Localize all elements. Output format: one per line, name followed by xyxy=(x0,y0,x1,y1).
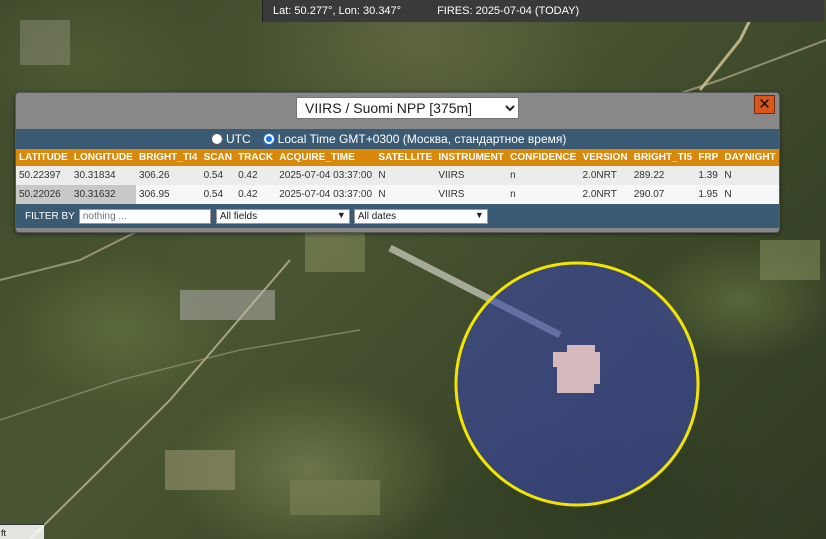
table-cell: 0.54 xyxy=(200,185,236,204)
scale-label: ft xyxy=(1,528,7,538)
table-row[interactable]: 50.22026 30.31632 306.95 0.54 0.42 2025-07-04… xyxy=(16,185,779,204)
column-header[interactable]: INSTRUMENT xyxy=(435,149,508,166)
filter-label: FILTER BY xyxy=(25,210,75,222)
satellite-map[interactable] xyxy=(0,0,826,539)
field-patch xyxy=(305,232,365,272)
status-bar: Lat: 50.277°, Lon: 30.347° FIRES: 2025-0… xyxy=(262,0,824,22)
fire-data-table: LATITUDE LONGITUDE BRIGHT_TI4 SCAN TRACK ACQU… xyxy=(16,149,779,204)
column-header[interactable]: LONGITUDE xyxy=(70,149,137,166)
table-cell: 50.22397 xyxy=(16,166,71,185)
timezone-selector: UTC Local Time GMT+0300 (Москва, стандар… xyxy=(16,129,779,149)
column-header[interactable]: DAYNIGHT xyxy=(721,149,779,166)
column-header[interactable]: ACQUIRE_TIME xyxy=(276,149,376,166)
column-header[interactable]: SATELLITE xyxy=(375,149,436,166)
cursor-coordinates: Lat: 50.277°, Lon: 30.347° xyxy=(273,5,402,17)
table-cell: 30.31632 xyxy=(70,185,137,204)
table-cell: 1.39 xyxy=(695,166,722,185)
column-header[interactable]: BRIGHT_TI5 xyxy=(630,149,696,166)
map-scale: ft xyxy=(0,524,44,539)
utc-radio[interactable] xyxy=(211,133,223,145)
utc-label: UTC xyxy=(226,132,251,146)
table-cell: 30.31834 xyxy=(70,166,137,185)
table-cell: 0.42 xyxy=(235,185,277,204)
table-cell: N xyxy=(721,166,779,185)
table-cell: n xyxy=(507,166,580,185)
table-cell: 2025-07-04 03:37:00 xyxy=(276,185,376,204)
table-cell: 2.0NRT xyxy=(579,185,631,204)
fire-data-panel: VIIRS / Suomi NPP [375m] ✕ UTC Local Tim… xyxy=(15,92,780,233)
dates-dropdown-value: All dates xyxy=(357,210,397,222)
column-header[interactable]: CONFIDENCE xyxy=(507,149,580,166)
table-cell: 290.07 xyxy=(630,185,696,204)
fields-dropdown-value: All fields xyxy=(219,210,258,222)
column-header[interactable]: SCAN xyxy=(200,149,236,166)
local-time-label: Local Time GMT+0300 (Москва, стандартное… xyxy=(277,132,567,146)
table-cell: n xyxy=(507,185,580,204)
road xyxy=(0,329,361,421)
timezone-option-local[interactable]: Local Time GMT+0300 (Москва, стандартное… xyxy=(262,132,567,146)
panel-header: VIIRS / Suomi NPP [375m] ✕ xyxy=(16,93,779,129)
sensor-select[interactable]: VIIRS / Suomi NPP [375m] xyxy=(296,97,519,119)
map-layer xyxy=(0,0,826,539)
table-row[interactable]: 50.22397 30.31834 306.26 0.54 0.42 2025-07-04… xyxy=(16,166,779,185)
table-cell: 306.95 xyxy=(136,185,201,204)
filter-bar: FILTER BY All fields ▼ All dates ▼ xyxy=(16,204,779,228)
field-patch xyxy=(760,240,820,280)
chevron-down-icon: ▼ xyxy=(336,209,346,220)
field-patch xyxy=(165,450,235,490)
table-cell: 50.22026 xyxy=(16,185,71,204)
table-cell: 289.22 xyxy=(630,166,696,185)
table-cell: 0.42 xyxy=(235,166,277,185)
field-patch xyxy=(20,20,70,65)
filter-input[interactable] xyxy=(78,208,211,224)
table-cell: N xyxy=(721,185,779,204)
fire-pixel-marker[interactable] xyxy=(553,345,600,393)
column-header[interactable]: TRACK xyxy=(235,149,277,166)
table-cell: VIIRS xyxy=(435,185,508,204)
table-cell: VIIRS xyxy=(435,166,508,185)
table-header-row: LATITUDE LONGITUDE BRIGHT_TI4 SCAN TRACK ACQU… xyxy=(16,149,779,166)
column-header[interactable]: LATITUDE xyxy=(16,149,71,166)
table-cell: 2.0NRT xyxy=(579,166,631,185)
column-header[interactable]: VERSION xyxy=(579,149,631,166)
dates-dropdown[interactable]: All dates ▼ xyxy=(353,208,488,224)
table-cell: 306.26 xyxy=(136,166,201,185)
table-cell: 1.95 xyxy=(695,185,722,204)
field-patch xyxy=(290,480,380,515)
timezone-option-utc[interactable]: UTC xyxy=(211,132,251,146)
local-time-radio[interactable] xyxy=(262,133,275,145)
close-button[interactable]: ✕ xyxy=(754,95,775,114)
chevron-down-icon: ▼ xyxy=(474,209,484,220)
table-cell: N xyxy=(375,166,436,185)
fires-date-label: FIRES: 2025-07-04 (TODAY) xyxy=(437,5,580,17)
table-cell: 0.54 xyxy=(200,166,236,185)
column-header[interactable]: FRP xyxy=(695,149,722,166)
table-cell: N xyxy=(375,185,436,204)
fields-dropdown[interactable]: All fields ▼ xyxy=(215,208,350,224)
column-header[interactable]: BRIGHT_TI4 xyxy=(136,149,201,166)
table-cell: 2025-07-04 03:37:00 xyxy=(276,166,376,185)
